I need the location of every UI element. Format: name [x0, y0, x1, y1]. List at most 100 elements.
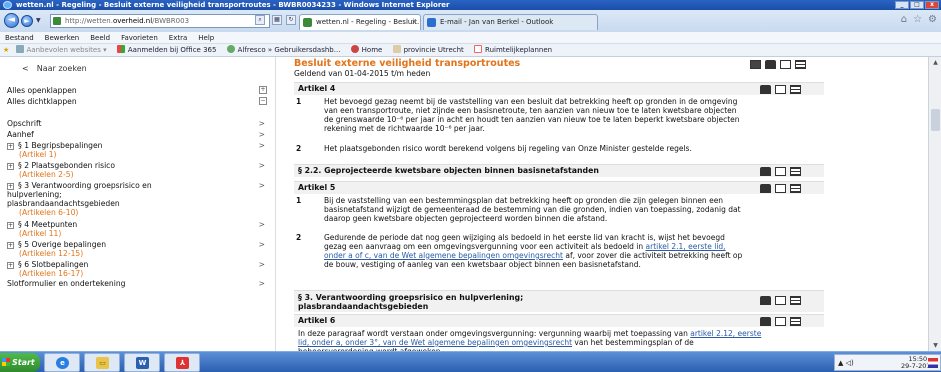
- close-button[interactable]: x: [925, 1, 939, 9]
- menu-extra[interactable]: Extra: [169, 34, 187, 42]
- plus-icon[interactable]: +: [259, 86, 267, 94]
- scroll-thumb[interactable]: [931, 109, 940, 131]
- fav-alfresco[interactable]: Alfresco » Gebruikersdashb...: [226, 44, 340, 57]
- start-button[interactable]: Start: [0, 353, 40, 372]
- expand-box-icon[interactable]: +: [7, 222, 14, 229]
- scroll-down-icon[interactable]: ▼: [931, 341, 940, 350]
- favorites-star-icon[interactable]: ★: [3, 44, 9, 57]
- fav-ruimtelijke[interactable]: Ruimtelijkeplannen: [474, 44, 552, 57]
- toc-item-par3[interactable]: + § 3 Verantwoording groepsrisico en > hulp…: [7, 181, 271, 217]
- list-icon[interactable]: [795, 60, 806, 69]
- print-icon[interactable]: [760, 85, 771, 94]
- toc-item-opschrift[interactable]: Opschrift >: [7, 119, 271, 128]
- list-icon[interactable]: [790, 317, 801, 326]
- toc-item-par5[interactable]: + § 5 Overige bepalingen > (Artikelen 12-15…: [7, 240, 271, 258]
- search-icon[interactable]: ⌕: [255, 15, 265, 25]
- print-icon[interactable]: [760, 184, 771, 193]
- fav-provincie-label: provincie Utrecht: [403, 46, 464, 54]
- tab-outlook[interactable]: E-mail - Jan van Berkel - Outlook: [423, 14, 598, 30]
- lid-number: 2: [296, 233, 302, 242]
- language-flag-icon[interactable]: [928, 358, 938, 368]
- history-dropdown-icon[interactable]: ▼: [36, 17, 41, 24]
- menu-bewerken[interactable]: Bewerken: [45, 34, 80, 42]
- lid-number: 1: [296, 196, 302, 205]
- article-5-header: Artikel 5: [294, 181, 824, 194]
- close-tab-icon[interactable]: ×: [411, 15, 417, 29]
- chevron-right-icon: >: [258, 161, 265, 170]
- address-suffix: /BWBR003: [152, 17, 190, 25]
- document-content: Besluit externe veiligheid transportrout…: [290, 57, 830, 351]
- toc-item-par6[interactable]: + § 6 Slotbepalingen > (Artikelen 16-17): [7, 260, 271, 278]
- expand-box-icon[interactable]: +: [7, 143, 14, 150]
- image-icon[interactable]: [750, 60, 761, 69]
- fav-home[interactable]: Home: [350, 44, 382, 57]
- refresh-icon[interactable]: ↻: [286, 15, 296, 25]
- info-icon[interactable]: [775, 167, 786, 176]
- collapse-all[interactable]: Alles dichtklappen −: [7, 97, 271, 106]
- document-tools: [750, 60, 806, 69]
- expand-box-icon[interactable]: +: [7, 242, 14, 249]
- list-icon[interactable]: [790, 85, 801, 94]
- expand-all[interactable]: Alles openklappen +: [7, 86, 271, 95]
- toc-item-slotformulier[interactable]: Slotformulier en ondertekening >: [7, 279, 271, 288]
- print-icon[interactable]: [760, 167, 771, 176]
- print-icon[interactable]: [760, 317, 771, 326]
- page-scrollbar[interactable]: ▲ ▼: [928, 57, 941, 351]
- taskbar-word[interactable]: W: [124, 353, 160, 372]
- expand-box-icon[interactable]: +: [7, 183, 14, 190]
- settings-gear-icon[interactable]: ⚙: [928, 14, 937, 25]
- tab-wetten-label: wetten.nl - Regeling - Besluit...: [316, 18, 421, 26]
- section-heading-cont: plasbrandaandachtsgebieden: [298, 302, 429, 311]
- toc-label: Opschrift: [7, 119, 42, 128]
- list-icon[interactable]: [790, 296, 801, 305]
- toc-item-par2[interactable]: + § 2 Plaatsgebonden risico > (Artikelen 2-…: [7, 161, 271, 179]
- info-icon[interactable]: [780, 60, 791, 69]
- maximize-button[interactable]: □: [910, 1, 924, 9]
- menu-favorieten[interactable]: Favorieten: [121, 34, 158, 42]
- expand-box-icon[interactable]: +: [7, 163, 14, 170]
- list-icon[interactable]: [790, 167, 801, 176]
- window-title-bar: wetten.nl - Regeling - Besluit externe v…: [0, 0, 941, 10]
- home-icon[interactable]: ⌂: [901, 14, 907, 25]
- fav-provincie[interactable]: provincie Utrecht: [392, 44, 464, 57]
- expand-box-icon[interactable]: +: [7, 262, 14, 269]
- site-favicon-icon: [53, 17, 61, 25]
- home-fav-icon: [350, 45, 359, 53]
- toc-item-par4[interactable]: + § 4 Meetpunten > (Artikel 11): [7, 220, 271, 238]
- address-bar[interactable]: http://wetten.overheid.nl/BWBR003: [50, 14, 270, 28]
- tab-wetten[interactable]: wetten.nl - Regeling - Besluit... ×: [299, 14, 421, 30]
- compat-view-icon[interactable]: ▦: [272, 15, 282, 25]
- menu-bestand[interactable]: Bestand: [5, 34, 34, 42]
- tray-icons[interactable]: ▲ ◁): [838, 359, 854, 367]
- menu-help[interactable]: Help: [198, 34, 214, 42]
- info-icon[interactable]: [775, 184, 786, 193]
- minimize-button[interactable]: _: [895, 1, 909, 9]
- toc-item-par1[interactable]: + § 1 Begripsbepalingen > (Artikel 1): [7, 141, 271, 159]
- minus-icon[interactable]: −: [259, 97, 267, 105]
- menu-beeld[interactable]: Beeld: [90, 34, 110, 42]
- forward-button[interactable]: ►: [21, 15, 33, 27]
- scroll-up-icon[interactable]: ▲: [931, 58, 940, 67]
- toc-item-aanhef[interactable]: Aanhef >: [7, 130, 271, 139]
- fav-aanbevolen[interactable]: Aanbevolen websites ▾: [15, 44, 107, 57]
- article-heading: Artikel 5: [298, 183, 336, 192]
- chevron-right-icon: >: [258, 119, 265, 128]
- tab-outlook-label: E-mail - Jan van Berkel - Outlook: [440, 18, 554, 26]
- fav-office365[interactable]: Aanmelden bij Office 365: [116, 44, 216, 57]
- back-button[interactable]: ◄: [4, 13, 19, 28]
- toc-label: § 6 Slotbepalingen: [18, 260, 89, 269]
- list-icon[interactable]: [790, 184, 801, 193]
- back-to-search-link[interactable]: < Naar zoeken: [22, 64, 87, 73]
- print-icon[interactable]: [760, 296, 771, 305]
- toc-sub: (Artikelen 6-10): [19, 208, 79, 217]
- taskbar-ie[interactable]: e: [44, 353, 80, 372]
- taskbar-pdf[interactable]: ⅄: [164, 353, 200, 372]
- info-icon[interactable]: [775, 85, 786, 94]
- toc-label: § 1 Begripsbepalingen: [18, 141, 103, 150]
- taskbar-explorer[interactable]: ▭: [84, 353, 120, 372]
- toc-label-cont: plasbrandaandachtsgebieden: [7, 199, 120, 208]
- info-icon[interactable]: [775, 296, 786, 305]
- print-icon[interactable]: [765, 60, 776, 69]
- info-icon[interactable]: [775, 317, 786, 326]
- favorites-star-icon[interactable]: ☆: [913, 14, 922, 25]
